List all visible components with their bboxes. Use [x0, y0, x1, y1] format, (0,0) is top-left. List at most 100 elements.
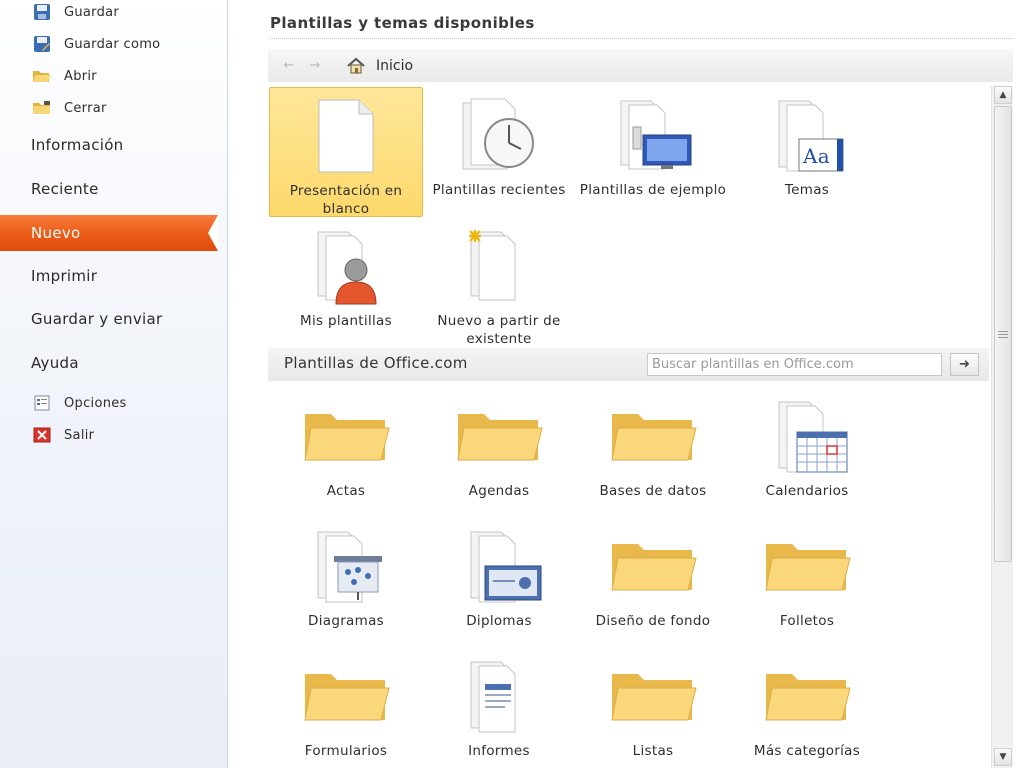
report-icon: [444, 656, 554, 736]
user-template-icon: [291, 226, 401, 306]
blank-document-icon: [291, 96, 401, 176]
tile-label: Calendarios: [765, 483, 849, 499]
templates-content: Presentación en blanco Plantillas recien…: [268, 82, 989, 768]
category-agendas[interactable]: Agendas: [422, 388, 576, 518]
sidebar-item-opciones[interactable]: Opciones: [31, 393, 127, 413]
category-listas[interactable]: Listas: [576, 648, 730, 768]
folder-icon: [598, 526, 708, 606]
new-from-existing-icon: [444, 226, 554, 306]
category-formularios[interactable]: Formularios: [269, 648, 423, 768]
office-section-title: Plantillas de Office.com: [284, 354, 468, 372]
sidebar-item-imprimir[interactable]: Imprimir: [0, 258, 228, 294]
navigation-bar: ← → Inicio: [268, 49, 1013, 82]
sidebar-item-informacion[interactable]: Información: [0, 127, 228, 163]
clock-icon: [444, 95, 554, 175]
sidebar-item-label: Reciente: [31, 180, 99, 198]
svg-text:Aa: Aa: [802, 144, 830, 168]
chevron-up-icon: ▲: [999, 90, 1007, 100]
folder-icon: [444, 396, 554, 476]
sidebar-item-reciente[interactable]: Reciente: [0, 171, 228, 207]
sidebar-item-salir[interactable]: Salir: [31, 425, 94, 445]
sidebar-item-label: Guardar como: [64, 36, 161, 52]
folder-icon: [752, 656, 862, 736]
sidebar-item-abrir[interactable]: Abrir: [31, 66, 97, 86]
page-title: Plantillas y temas disponibles: [270, 14, 1013, 39]
tile-label: Diagramas: [308, 613, 384, 629]
category-diagramas[interactable]: Diagramas: [269, 518, 423, 648]
category-bases-de-datos[interactable]: Bases de datos: [576, 388, 730, 518]
folder-icon: [752, 526, 862, 606]
diploma-icon: [444, 526, 554, 606]
template-themes[interactable]: Aa Temas: [730, 87, 884, 217]
category-calendarios[interactable]: Calendarios: [730, 388, 884, 518]
search-go-button[interactable]: ➜: [950, 353, 979, 376]
template-blank-presentation[interactable]: Presentación en blanco: [269, 87, 423, 217]
tile-label: Plantillas recientes: [432, 182, 566, 198]
tile-label: Diplomas: [466, 613, 532, 629]
sidebar-item-guardar[interactable]: Guardar: [31, 2, 119, 22]
sidebar-item-label: Nuevo: [31, 224, 81, 242]
category-mas-categorias[interactable]: Más categorías: [730, 648, 884, 768]
sidebar-item-guardar-y-enviar[interactable]: Guardar y enviar: [0, 301, 228, 337]
tile-label: Diseño de fondo: [595, 613, 711, 629]
sidebar-item-label: Información: [31, 136, 124, 154]
main-panel: Plantillas y temas disponibles ← → Inici…: [229, 0, 1024, 768]
vertical-scrollbar[interactable]: ▲ ▼: [991, 86, 1013, 768]
category-folletos[interactable]: Folletos: [730, 518, 884, 648]
tile-label: Actas: [326, 483, 366, 499]
office-templates-bar: Plantillas de Office.com ➜: [268, 348, 989, 381]
grip-icon: [998, 330, 1008, 338]
folder-icon: [291, 656, 401, 736]
breadcrumb-home[interactable]: Inicio: [376, 58, 413, 74]
chevron-down-icon: ▼: [999, 752, 1007, 762]
sidebar-item-cerrar[interactable]: Cerrar: [31, 98, 107, 118]
tile-label: Formularios: [304, 743, 388, 759]
sidebar-item-ayuda[interactable]: Ayuda: [0, 345, 228, 381]
category-diplomas[interactable]: Diplomas: [422, 518, 576, 648]
calendar-icon: [752, 396, 862, 476]
scroll-up-button[interactable]: ▲: [994, 86, 1012, 104]
options-icon: [31, 394, 53, 412]
template-new-from-existing[interactable]: Nuevo a partir de existente: [422, 218, 576, 348]
sidebar-item-label: Imprimir: [31, 267, 98, 285]
sidebar-item-label: Ayuda: [31, 354, 79, 372]
category-actas[interactable]: Actas: [269, 388, 423, 518]
forward-arrow-icon[interactable]: →: [306, 57, 324, 75]
tile-label: Bases de datos: [599, 483, 707, 499]
sidebar-item-label: Guardar: [64, 4, 120, 20]
template-my-templates[interactable]: Mis plantillas: [269, 218, 423, 348]
exit-icon: [31, 426, 53, 444]
tile-label: Mis plantillas: [300, 313, 392, 329]
active-indicator: [208, 215, 218, 251]
open-folder-icon: [31, 67, 53, 85]
save-icon: [31, 3, 53, 21]
home-icon[interactable]: [346, 56, 366, 76]
tile-label: Temas: [784, 182, 830, 198]
back-arrow-icon[interactable]: ←: [280, 57, 298, 75]
template-recent[interactable]: Plantillas recientes: [422, 87, 576, 217]
tile-label: Nuevo a partir de existente: [437, 313, 561, 347]
sidebar-item-label: Salir: [64, 427, 95, 443]
diagram-icon: [291, 526, 401, 606]
template-sample[interactable]: Plantillas de ejemplo: [576, 87, 730, 217]
office-search-input[interactable]: [647, 353, 942, 376]
sidebar-item-label: Opciones: [64, 395, 127, 411]
scroll-thumb[interactable]: [994, 106, 1012, 562]
sample-templates-icon: [598, 95, 708, 175]
sidebar-item-guardar-como[interactable]: Guardar como: [31, 34, 160, 54]
tile-label: Listas: [632, 743, 674, 759]
tile-label: Más categorías: [753, 743, 861, 759]
scroll-down-button[interactable]: ▼: [994, 748, 1012, 766]
category-diseno-de-fondo[interactable]: Diseño de fondo: [576, 518, 730, 648]
close-folder-icon: [31, 99, 53, 117]
sidebar-item-label: Abrir: [64, 68, 97, 84]
folder-icon: [598, 396, 708, 476]
category-informes[interactable]: Informes: [422, 648, 576, 768]
tile-label: Plantillas de ejemplo: [579, 182, 727, 198]
sidebar-item-label: Cerrar: [64, 100, 107, 116]
sidebar-item-label: Guardar y enviar: [31, 310, 163, 328]
folder-icon: [598, 656, 708, 736]
sidebar-item-nuevo[interactable]: Nuevo: [0, 215, 218, 251]
tile-label: Agendas: [468, 483, 530, 499]
tile-label: Folletos: [779, 613, 835, 629]
